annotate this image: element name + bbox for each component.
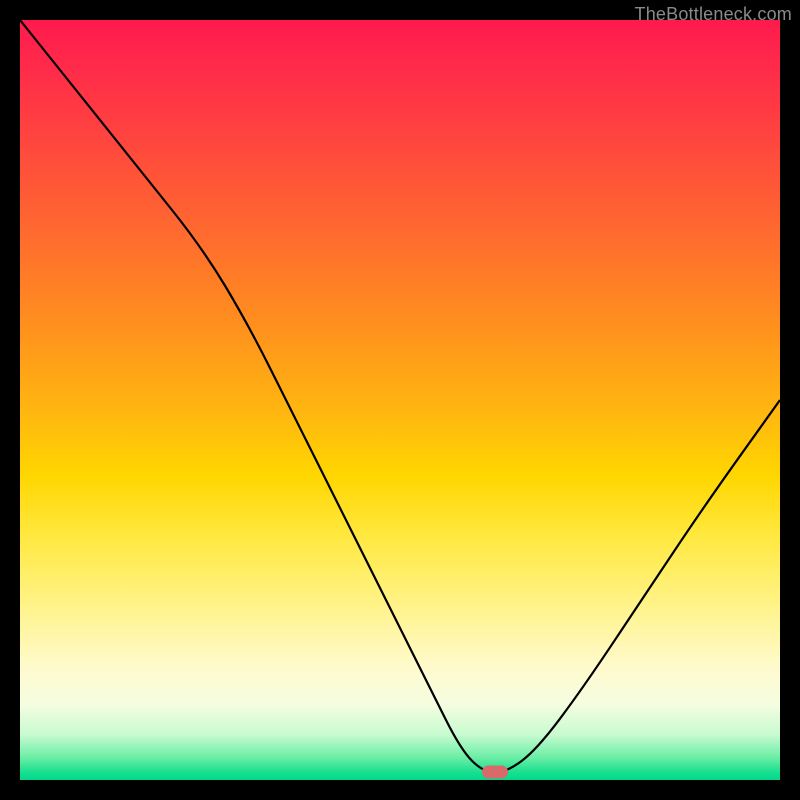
plot-area bbox=[20, 20, 780, 780]
curve-path bbox=[20, 20, 780, 772]
bottleneck-curve bbox=[20, 20, 780, 780]
chart-frame: TheBottleneck.com bbox=[0, 0, 800, 800]
optimal-point-marker bbox=[482, 766, 508, 779]
